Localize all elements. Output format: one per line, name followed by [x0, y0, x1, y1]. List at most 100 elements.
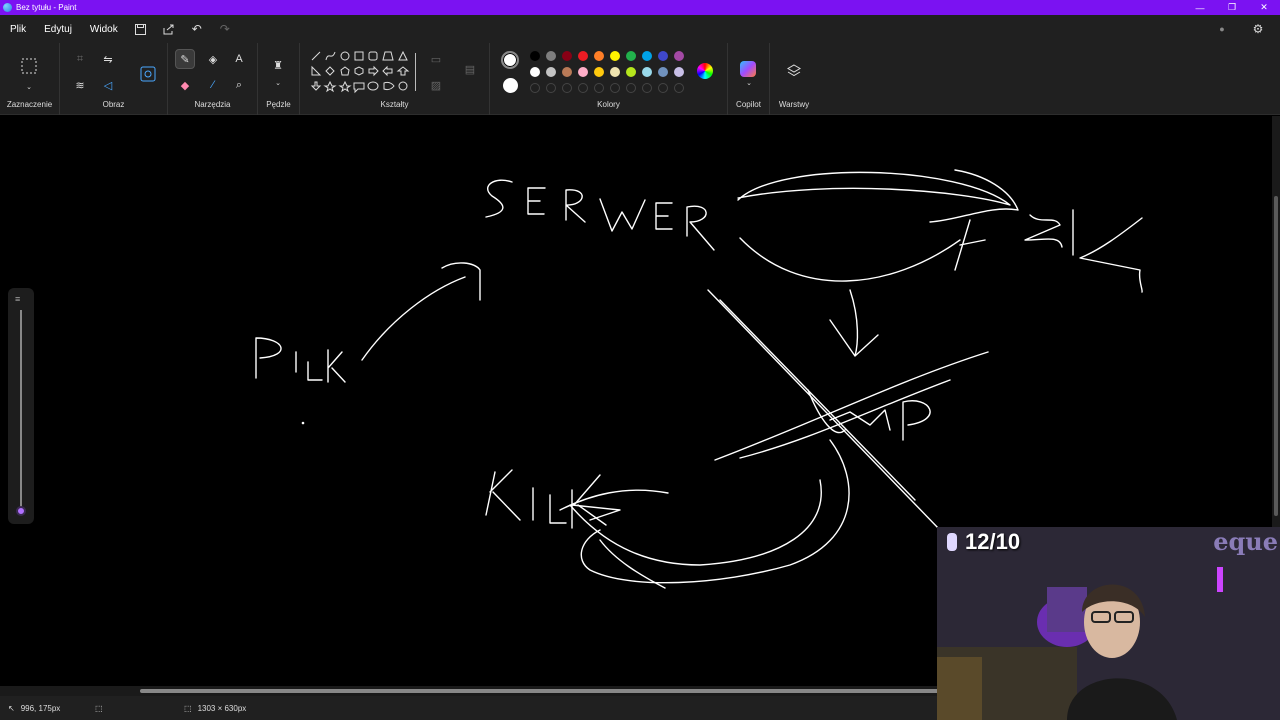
- selection-dropdown-icon[interactable]: ⌄: [19, 77, 39, 97]
- minimize-button[interactable]: —: [1184, 0, 1216, 15]
- color-swatch[interactable]: [626, 67, 636, 77]
- color-swatch[interactable]: [530, 67, 540, 77]
- menu-view[interactable]: Widok: [81, 24, 127, 35]
- account-icon[interactable]: ●: [1211, 18, 1233, 40]
- paint-app-icon: [3, 3, 12, 12]
- vertical-scroll-thumb[interactable]: [1274, 196, 1278, 516]
- brush-icon[interactable]: ♜: [268, 55, 288, 75]
- color-picker-icon[interactable]: ⁄: [203, 75, 223, 95]
- primary-color[interactable]: [501, 51, 519, 69]
- copilot-dropdown-icon[interactable]: ⌄: [739, 73, 759, 93]
- maximize-button[interactable]: ❐: [1216, 0, 1248, 15]
- cursor-position: ↖ 996, 175px: [8, 704, 60, 713]
- image-group-label: Obraz: [102, 100, 125, 109]
- magnifier-icon[interactable]: ⌕: [229, 75, 249, 95]
- overlay-brand: eque: [1213, 527, 1278, 556]
- ribbon: ⌄ Zaznaczenie ⌗ ⇋ ≋ ◁ Obraz ✎ ◈ A ◆ ⁄ ⌕ …: [0, 43, 1280, 115]
- undo-icon[interactable]: ↶: [186, 18, 208, 40]
- color-swatch[interactable]: [546, 51, 556, 61]
- save-icon[interactable]: [130, 18, 152, 40]
- custom-color-slot[interactable]: [578, 83, 588, 93]
- custom-color-slot[interactable]: [562, 83, 572, 93]
- custom-color-slot[interactable]: [674, 83, 684, 93]
- flip-icon[interactable]: ◁: [98, 75, 118, 95]
- fill-icon[interactable]: ▨: [426, 75, 446, 95]
- zoom-track[interactable]: [20, 310, 22, 510]
- komp-text-stroke: [829, 409, 891, 431]
- custom-color-slot[interactable]: [642, 83, 652, 93]
- zoom-slider[interactable]: ≡: [8, 288, 34, 524]
- select-rectangle-icon[interactable]: [18, 55, 40, 77]
- shapes-group-label: Kształty: [380, 100, 409, 109]
- zoom-knob[interactable]: [16, 506, 26, 516]
- horizontal-scroll-thumb[interactable]: [140, 689, 940, 693]
- komp-cross-stroke: [739, 379, 951, 459]
- canvas-size-icon: ⬚: [184, 703, 192, 713]
- redo-icon[interactable]: ↷: [214, 18, 236, 40]
- cursor-position-value: 996, 175px: [20, 703, 61, 713]
- serwer-text-stroke: [485, 179, 513, 218]
- plik-to-serwer-arrow: [361, 262, 481, 361]
- brush-dropdown-icon[interactable]: ⌄: [268, 73, 288, 93]
- text-icon[interactable]: A: [229, 49, 249, 69]
- color-swatch[interactable]: [642, 67, 652, 77]
- down-arrow: [829, 289, 879, 357]
- color-swatch[interactable]: [610, 51, 620, 61]
- secondary-color[interactable]: [503, 78, 518, 93]
- custom-color-slot[interactable]: [594, 83, 604, 93]
- menu-edit[interactable]: Edytuj: [35, 24, 81, 35]
- image-select-icon[interactable]: [136, 62, 160, 86]
- fill-bucket-icon[interactable]: ◈: [203, 49, 223, 69]
- resize-icon[interactable]: ⇋: [98, 49, 118, 69]
- color-swatch[interactable]: [594, 67, 604, 77]
- color-swatch[interactable]: [562, 51, 572, 61]
- shapes-gallery[interactable]: [308, 49, 416, 97]
- color-swatch[interactable]: [674, 51, 684, 61]
- window-title: Bez tytułu - Paint: [16, 3, 77, 12]
- webcam-overlay: 12/10 eque: [937, 527, 1280, 720]
- zoom-fit-icon[interactable]: ≡: [15, 294, 20, 304]
- crop-icon[interactable]: ⌗: [70, 49, 90, 69]
- right-word-stroke: [1079, 217, 1143, 293]
- custom-color-slot[interactable]: [658, 83, 668, 93]
- close-button[interactable]: ✕: [1248, 0, 1280, 15]
- outline-icon[interactable]: ▭: [426, 49, 446, 69]
- menu-file[interactable]: Plik: [0, 24, 35, 35]
- color-swatch[interactable]: [578, 67, 588, 77]
- edit-colors-icon[interactable]: [697, 63, 713, 79]
- stray-dot: [301, 421, 305, 425]
- right-word-stroke: [1024, 214, 1063, 248]
- plik-text-stroke: [327, 349, 346, 383]
- komp-to-klient-arrow: [559, 479, 822, 566]
- color-swatch[interactable]: [530, 51, 540, 61]
- shape-style-icon[interactable]: ▤: [460, 59, 480, 79]
- custom-color-slot[interactable]: [610, 83, 620, 93]
- color-swatch[interactable]: [578, 51, 588, 61]
- settings-icon[interactable]: ⚙: [1247, 18, 1269, 40]
- color-swatch[interactable]: [546, 67, 556, 77]
- color-swatch[interactable]: [658, 51, 668, 61]
- colors-group-label: Kolory: [597, 100, 620, 109]
- komp-cross-stroke: [714, 351, 989, 461]
- eraser-icon[interactable]: ◆: [175, 75, 195, 95]
- custom-color-slot[interactable]: [530, 83, 540, 93]
- color-swatch[interactable]: [658, 67, 668, 77]
- custom-color-slot[interactable]: [546, 83, 556, 93]
- custom-color-slot[interactable]: [626, 83, 636, 93]
- layers-icon[interactable]: [784, 61, 804, 81]
- rotate-icon[interactable]: ≋: [70, 75, 90, 95]
- group-layers: Warstwy: [770, 43, 818, 115]
- color-swatch[interactable]: [594, 51, 604, 61]
- canvas-size: ⬚ 1303 × 630px: [184, 704, 246, 713]
- color-swatch[interactable]: [674, 67, 684, 77]
- color-swatch[interactable]: [642, 51, 652, 61]
- layers-group-label: Warstwy: [778, 100, 810, 109]
- shapes-gallery-scroll[interactable]: [415, 53, 416, 91]
- color-swatch[interactable]: [626, 51, 636, 61]
- selection-group-label: Zaznaczenie: [6, 100, 53, 109]
- komp-text-stroke: [902, 400, 931, 441]
- pencil-icon[interactable]: ✎: [175, 49, 195, 69]
- color-swatch[interactable]: [562, 67, 572, 77]
- color-swatch[interactable]: [610, 67, 620, 77]
- share-icon[interactable]: [158, 18, 180, 40]
